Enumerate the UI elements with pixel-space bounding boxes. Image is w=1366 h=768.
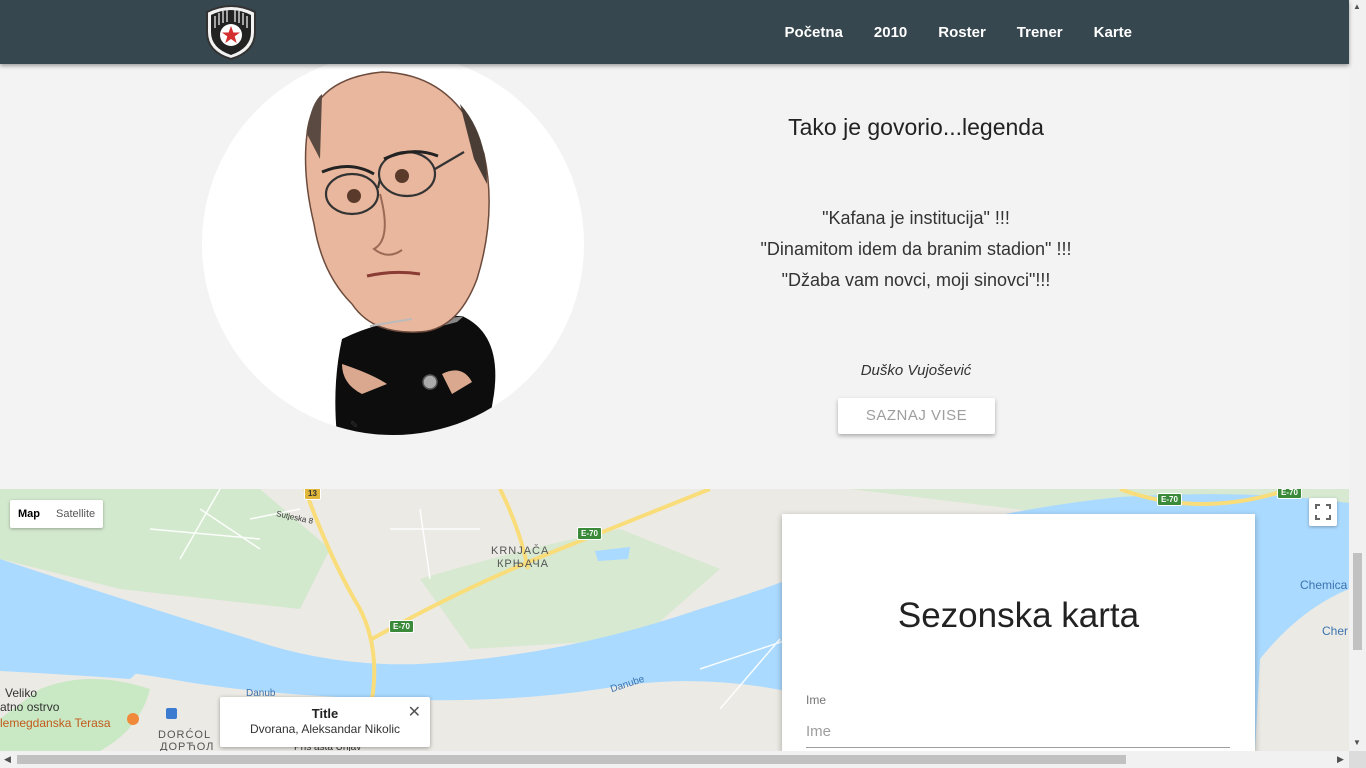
map-label: ДОРЋОЛ: [160, 741, 215, 751]
scroll-up-icon[interactable]: ▲: [1353, 2, 1361, 11]
name-field-label: Ime: [806, 693, 827, 707]
legend-quote: "Džaba vam novci, moji sinovci"!!!: [781, 270, 1051, 290]
map-type-map-button[interactable]: Map: [10, 500, 48, 528]
scrollbar-corner: [1349, 751, 1366, 768]
legend-author: Duško Vujošević: [860, 362, 972, 379]
map-label: Veliko: [5, 686, 38, 700]
legend-quote: "Kafana je institucija" !!!: [822, 208, 1010, 228]
vertical-scroll-thumb[interactable]: [1353, 553, 1362, 650]
map-label: KRNJAČA: [491, 545, 550, 557]
legend-title: Tako je govorio...legenda: [788, 114, 1044, 140]
legend-quote: "Dinamitom idem da branim stadion" !!!: [760, 239, 1072, 259]
nav-link-roster[interactable]: Roster: [938, 24, 986, 41]
transit-marker-icon[interactable]: [166, 708, 177, 719]
map-type-satellite-button[interactable]: Satellite: [48, 500, 103, 528]
road-shield: E-70: [389, 620, 414, 633]
legend-section: ✎ Tako je govorio...legenda "Kafana je i…: [0, 53, 1349, 489]
horizontal-scrollbar[interactable]: ◀ ▶: [0, 751, 1349, 768]
svg-text:✎: ✎: [350, 420, 358, 431]
map-label: lemegdanska Terasa: [0, 716, 111, 730]
road-shield: E-70: [1277, 489, 1302, 499]
ticket-title: Sezonska karta: [897, 596, 1140, 635]
map-label: КРЊАЧА: [497, 558, 550, 570]
name-field[interactable]: [806, 715, 1230, 748]
road-shield: 13: [304, 489, 321, 500]
info-window-body: Dvorana, Aleksandar Nikolic: [249, 722, 401, 736]
restaurant-marker-icon[interactable]: [127, 713, 139, 725]
vertical-scrollbar[interactable]: ▲ ▼: [1349, 0, 1366, 751]
navbar: Početna 2010 Roster Trener Karte: [0, 0, 1349, 64]
map-label: Chemica: [1300, 578, 1348, 592]
club-logo[interactable]: [201, 2, 261, 61]
learn-more-button[interactable]: SAZNAJ VISE: [838, 398, 995, 434]
map-label: atno ostrvo: [0, 700, 60, 714]
nav-link-2010[interactable]: 2010: [874, 24, 907, 41]
map-label: Cher: [1322, 624, 1349, 638]
nav-link-karte[interactable]: Karte: [1094, 24, 1132, 41]
nav-menu: Početna 2010 Roster Trener Karte: [754, 0, 1132, 64]
fullscreen-button[interactable]: [1309, 498, 1337, 526]
season-ticket-card: Sezonska karta Ime: [782, 514, 1255, 754]
nav-link-pocetna[interactable]: Početna: [785, 24, 843, 41]
coach-caricature-image: ✎: [202, 53, 584, 436]
nav-link-trener[interactable]: Trener: [1017, 24, 1063, 41]
map-info-window: Title Dvorana, Aleksandar Nikolic ✕: [220, 697, 430, 747]
scroll-left-icon[interactable]: ◀: [4, 754, 11, 765]
map-label: DORĆOL: [158, 729, 212, 741]
road-shield: E-70: [577, 527, 602, 540]
info-window-title: Title: [311, 706, 339, 721]
scroll-right-icon[interactable]: ▶: [1337, 754, 1344, 765]
close-icon[interactable]: ✕: [408, 702, 421, 722]
map-type-control: Map Satellite: [10, 500, 104, 528]
scroll-down-icon[interactable]: ▼: [1353, 738, 1361, 747]
horizontal-scroll-thumb[interactable]: [17, 755, 1126, 764]
fullscreen-icon: [1315, 504, 1331, 520]
road-shield: E-70: [1157, 493, 1182, 506]
